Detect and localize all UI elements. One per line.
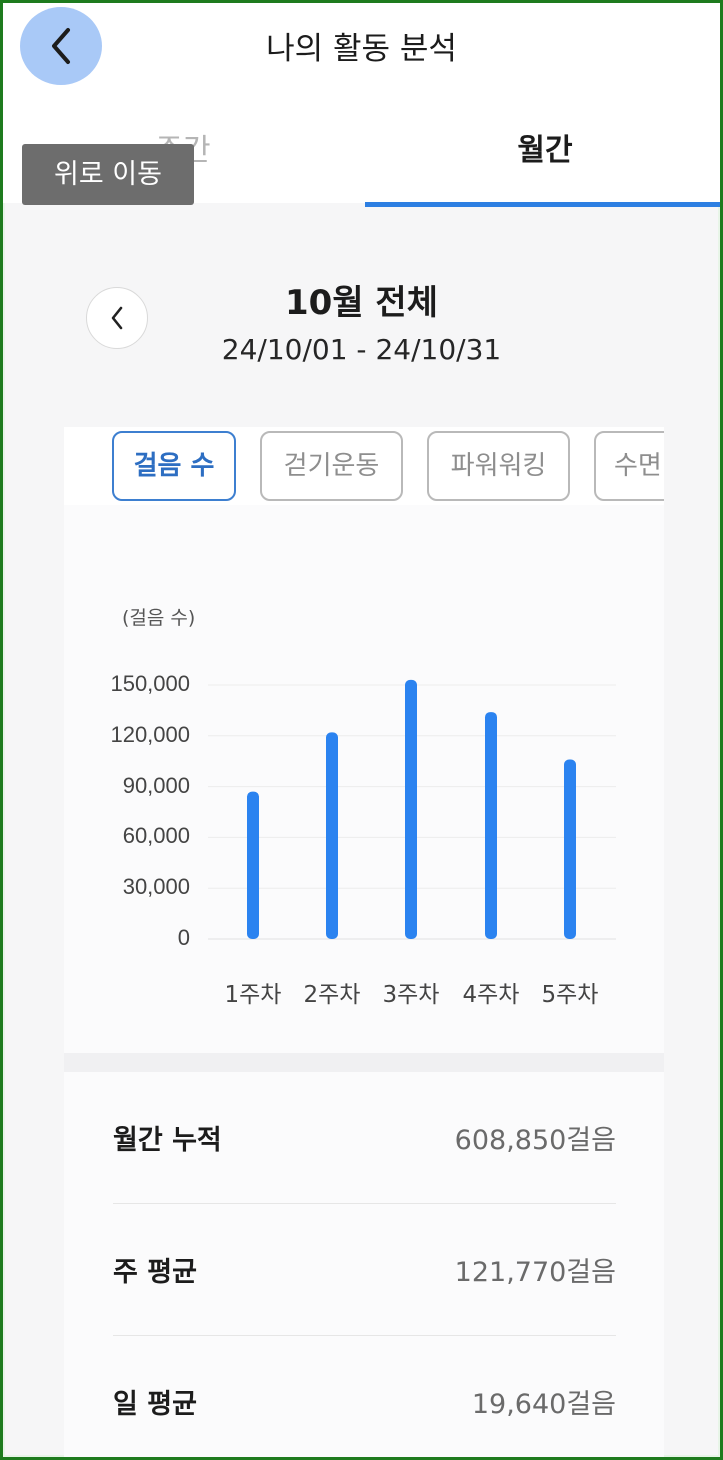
tab-underline [365,202,720,207]
stat-value: 608,850걸음 [454,1125,616,1156]
stat-row-monthly-total: 월간 누적 608,850걸음 [113,1072,616,1204]
bar-3[interactable] [405,679,417,939]
bar-5[interactable] [564,759,576,939]
stat-label: 일 평균 [113,1389,197,1420]
period-title: 10월 전체 [285,283,438,323]
bar-2[interactable] [326,732,338,939]
bar-1[interactable] [247,791,259,939]
stat-row-weekly-average: 주 평균 121,770걸음 [113,1204,616,1336]
app-frame: 나의 활동 분석 주간 월간 위로 이동 10월 전체 24/10/01 - 2… [0,0,723,1460]
tab-monthly[interactable]: 월간 [365,113,720,208]
section-divider [64,1053,664,1072]
tooltip: 위로 이동 [22,144,194,205]
x-tick-label: 3주차 [382,982,440,1008]
stat-value: 121,770걸음 [454,1257,616,1288]
x-tick-label: 2주차 [303,982,361,1008]
x-tick-label: 4주차 [462,982,520,1008]
stat-row-daily-average: 일 평균 19,640걸음 [113,1336,616,1457]
x-tick-label: 1주차 [224,982,282,1008]
period-range: 24/10/01 - 24/10/31 [221,333,502,366]
stat-value: 19,640걸음 [471,1389,616,1420]
x-tick-label: 5주차 [541,982,599,1008]
stat-label: 주 평균 [113,1257,197,1288]
activity-card: 걸음 수 걷기운동 파워워킹 수면 (걸음 수) 0 30,000 60,000 90… [64,427,664,1457]
bar-4[interactable] [485,712,497,939]
page-title: 나의 활동 분석 [266,31,457,67]
stat-label: 월간 누적 [113,1125,222,1156]
bar-chart [208,679,616,940]
